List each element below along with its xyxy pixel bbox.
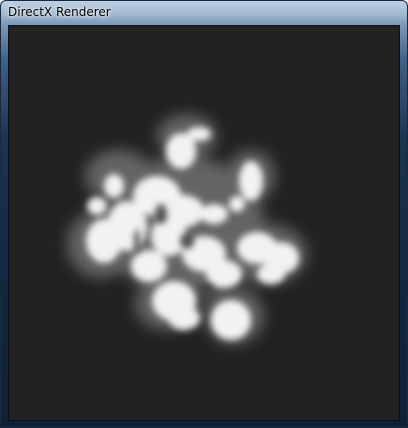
window-title: DirectX Renderer (8, 5, 111, 19)
title-bar[interactable]: DirectX Renderer (1, 1, 407, 23)
render-viewport[interactable] (8, 25, 400, 421)
render-canvas (9, 26, 399, 420)
app-window: DirectX Renderer (0, 0, 408, 428)
